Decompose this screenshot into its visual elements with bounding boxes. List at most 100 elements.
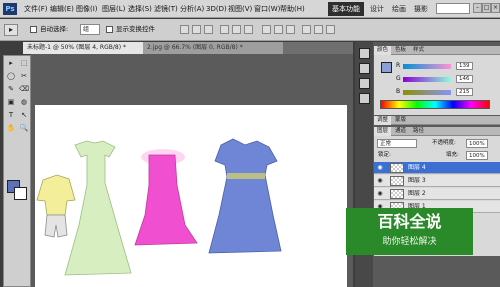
watermark-title: 百科全说 [377,212,442,231]
tab-paths[interactable]: 路径 [410,127,427,136]
dress-artwork [36,138,282,276]
brush-panel-icon[interactable] [359,78,370,89]
align-bottom-icon[interactable] [204,25,213,34]
distribute-bottom-icon[interactable] [286,25,295,34]
menu-filter[interactable]: 滤镜(T) [154,4,178,14]
distribute-top-icon[interactable] [262,25,271,34]
actions-panel-icon[interactable] [359,63,370,74]
blue-value-field[interactable]: 215 [456,88,473,96]
menu-analysis[interactable]: 分析(A) [180,4,204,14]
align-vcenter-icon[interactable] [192,25,201,34]
workspace-paint[interactable]: 绘画 [392,4,406,14]
path-select-tool-icon[interactable]: ↖ [18,110,30,121]
menu-image[interactable]: 图像(I) [76,4,98,14]
tab-adjustments[interactable]: 调整 [374,116,392,125]
color-panel-header: 颜色 色板 样式 [374,46,500,55]
tab-channels[interactable]: 通道 [392,127,409,136]
color-spectrum-bar[interactable] [380,100,490,109]
move-tool-preset-icon[interactable]: ▸ [4,24,18,36]
menu-layer[interactable]: 图层(L) [102,4,125,14]
document-tab-bar: 未标题-1 @ 50% (图层 4, RGB/8) * 2.jpg @ 66.7… [23,42,353,54]
auto-select-checkbox[interactable] [30,26,37,33]
document-canvas[interactable] [35,105,347,287]
layer-name: 图层 4 [408,164,426,171]
crop-tool-icon[interactable]: ✂ [18,71,30,82]
menu-3d[interactable]: 3D(D) [206,4,227,14]
align-right-icon[interactable] [244,25,253,34]
lasso-tool-icon[interactable]: ◯ [5,71,17,82]
menu-help[interactable]: 帮助(H) [280,4,305,14]
minimize-button[interactable]: – [473,3,482,13]
menu-window[interactable]: 窗口(W) [254,4,280,14]
tab-styles[interactable]: 样式 [410,46,427,55]
opacity-field[interactable]: 100% [466,139,488,148]
auto-select-dropdown[interactable]: 组 [80,24,100,35]
character-panel-icon[interactable] [359,93,370,104]
show-transform-checkbox[interactable] [106,26,113,33]
color-panel-swatch[interactable] [381,62,392,73]
blue-dress-image [208,138,282,254]
dodge-tool-icon[interactable]: ◍ [18,97,30,108]
eraser-tool-icon[interactable]: ⌫ [18,84,30,95]
menu-select[interactable]: 选择(S) [128,4,152,14]
gradient-tool-icon[interactable]: ▣ [5,97,17,108]
zoom-tool-icon[interactable]: 🔍 [18,123,30,134]
maximize-button[interactable]: □ [482,3,491,13]
menu-view[interactable]: 视图(V) [228,4,252,14]
watermark-subtitle: 助你轻松解决 [382,237,437,247]
show-transform-label: 显示变换控件 [116,25,155,33]
distribute-left-icon[interactable] [302,25,311,34]
align-top-icon[interactable] [180,25,189,34]
hand-tool-icon[interactable]: ✋ [5,123,17,134]
distribute-right-icon[interactable] [326,25,335,34]
adjustments-panel-header: 调整 蒙版 [374,116,500,125]
brush-tool-icon[interactable]: ✎ [5,84,17,95]
tab-color[interactable]: 颜色 [374,46,392,55]
layer-name: 图层 2 [408,190,426,197]
fill-field[interactable]: 100% [466,151,488,160]
lock-label: 锁定: [378,152,391,158]
distribute-hcenter-icon[interactable] [314,25,323,34]
background-color-swatch[interactable] [14,187,27,200]
layer-thumbnail [390,176,404,186]
red-value-field[interactable]: 139 [456,62,473,70]
yellow-outfit-image [36,174,76,238]
blue-slider[interactable] [403,90,451,95]
green-dress-image [64,140,132,276]
document-tab[interactable]: 2.jpg @ 66.7% (图层 0, RGB/8) * [143,42,283,54]
workspace-design[interactable]: 设计 [370,4,384,14]
distribute-vcenter-icon[interactable] [274,25,283,34]
layer-row[interactable]: ◉ 图层 3 [374,175,500,187]
menu-file[interactable]: 文件(F) [24,4,48,14]
align-left-icon[interactable] [220,25,229,34]
tab-layers[interactable]: 图层 [374,127,392,136]
layers-panel-header: 图层 通道 路径 [374,127,500,136]
red-slider[interactable] [403,64,451,69]
menu-edit[interactable]: 编辑(E) [50,4,74,14]
layer-thumbnail [390,163,404,173]
menu-bar: Ps 文件(F) 编辑(E) 图像(I) 图层(L) 选择(S) 滤镜(T) 分… [0,0,500,18]
workspace-photo[interactable]: 摄影 [414,4,428,14]
history-panel-icon[interactable] [359,48,370,59]
close-button[interactable]: × [491,3,500,13]
eye-icon[interactable]: ◉ [376,164,384,172]
search-input[interactable] [436,3,470,14]
layer-row[interactable]: ◉ 图层 2 [374,188,500,200]
layer-row-selected[interactable]: ◉ 图层 4 [374,162,500,174]
move-tool-icon[interactable]: ▸ [5,58,17,69]
tab-masks[interactable]: 蒙版 [392,116,409,125]
green-slider[interactable] [403,77,451,82]
tab-swatches[interactable]: 色板 [392,46,409,55]
blend-mode-dropdown[interactable]: 正常 [377,139,417,148]
marquee-tool-icon[interactable]: ⬚ [18,58,30,69]
blue-channel-label: B [396,88,401,95]
options-bar: ▸ 自动选择: 组 显示变换控件 [0,19,500,41]
type-tool-icon[interactable]: T [5,110,17,121]
green-value-field[interactable]: 146 [456,75,473,83]
document-tab-active[interactable]: 未标题-1 @ 50% (图层 4, RGB/8) * [23,42,143,54]
eye-icon[interactable]: ◉ [376,190,384,198]
eye-icon[interactable]: ◉ [376,177,384,185]
workspace-basic-button[interactable]: 基本功能 [328,2,364,16]
layer-thumbnail [390,189,404,199]
align-hcenter-icon[interactable] [232,25,241,34]
